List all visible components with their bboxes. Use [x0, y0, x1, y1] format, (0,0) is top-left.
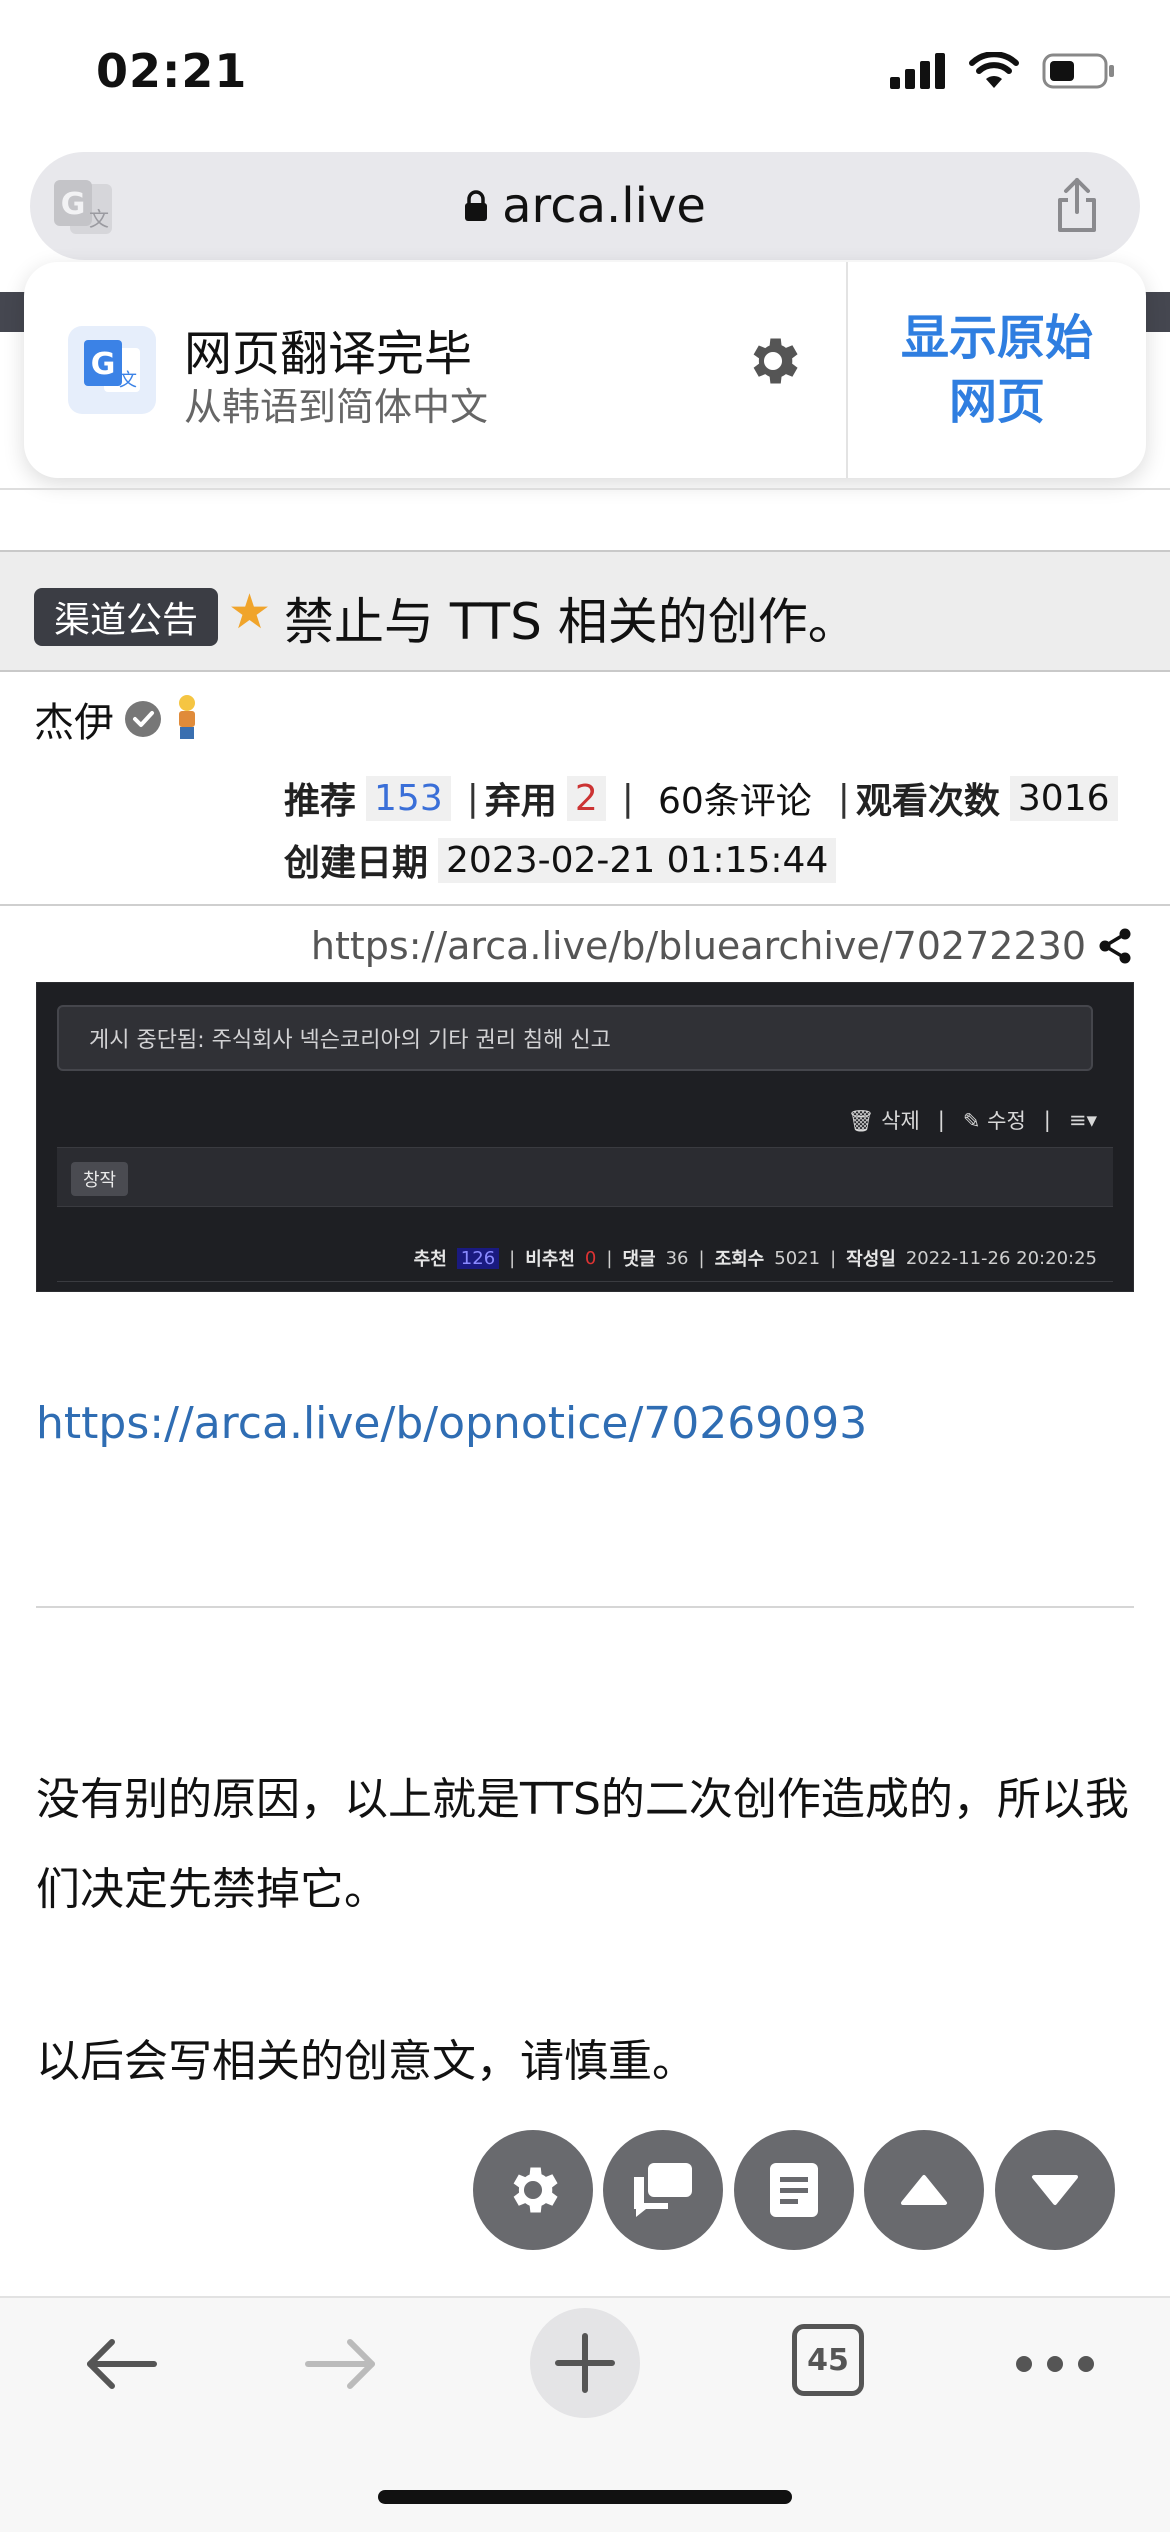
more-menu-button[interactable] [1000, 2298, 1110, 2430]
post-author[interactable]: 杰伊 [34, 690, 202, 748]
header-divider [0, 488, 1170, 490]
content-paragraph: 没有别的原因，以上就是TTS的二次创作造成的，所以我们决定先禁掉它。 [36, 1774, 1129, 1915]
wifi-icon [969, 52, 1019, 88]
triangle-up-icon [901, 2175, 947, 2205]
svg-text:G: G [91, 347, 116, 382]
embedded-banner: 게시 중단됨: 주식회사 넥슨코리아의 기타 권리 침해 신고 [57, 1005, 1093, 1071]
home-indicator [378, 2490, 792, 2504]
status-icons [890, 52, 1116, 90]
back-button[interactable] [50, 2298, 190, 2430]
embedded-category-bar: 창작 [57, 1147, 1113, 1207]
status-time: 02:21 [96, 44, 248, 98]
url-display[interactable]: arca.live [30, 152, 1140, 260]
document-icon [770, 2163, 818, 2217]
chat-bubbles-icon [634, 2163, 692, 2217]
svg-text:文: 文 [119, 370, 137, 391]
post-stats: 推荐 153 | 弃用 2 | 60条评论 | 观看次数 3016 [284, 772, 1128, 824]
content-divider [36, 1606, 1134, 1608]
gear-icon[interactable] [742, 330, 804, 396]
embedded-delete: 🗑 삭제 [847, 1109, 920, 1133]
downvote-label: 弃用 [484, 781, 557, 822]
battery-icon [1042, 53, 1114, 89]
new-tab-button[interactable] [530, 2308, 640, 2418]
share-node-icon[interactable] [1098, 928, 1132, 964]
lock-icon [465, 190, 488, 221]
permalink-text[interactable]: https://arca.live/b/bluearchive/70272230 [311, 924, 1086, 968]
post-permalink[interactable]: https://arca.live/b/bluearchive/70272230 [311, 924, 1132, 968]
recommend-count: 153 [366, 775, 451, 821]
embedded-edit: ✎ 수정 [962, 1109, 1026, 1133]
embedded-actions: 🗑 삭제 | ✎ 수정 | ≡▾ [848, 1105, 1097, 1135]
embedded-screenshot: 게시 중단됨: 주식회사 넥슨코리아의 기타 권리 침해 신고 🗑 삭제 | ✎… [36, 982, 1134, 1292]
embedded-meta: 추천 126 | 비추천 0 | 댓글 36 | 조회수 5021 | 작성일 2022-11-2… [413, 1247, 1097, 1270]
author-name[interactable]: 杰伊 [34, 690, 114, 748]
post-date-row: 创建日期 2023-02-21 01:15:44 [284, 834, 846, 886]
translate-subtitle: 从韩语到简体中文 [184, 385, 489, 429]
user-emoji-icon [179, 695, 195, 739]
content-paragraph: 以后会写相关的创意文，请慎重。 [36, 2036, 696, 2087]
share-icon[interactable] [1054, 176, 1100, 238]
views-label: 观看次数 [855, 781, 1000, 822]
downvote-count: 2 [566, 775, 606, 821]
settings-button[interactable] [473, 2130, 593, 2250]
forward-button[interactable] [272, 2298, 412, 2430]
created-value: 2023-02-21 01:15:44 [438, 837, 837, 883]
notice-bar: 渠道公告 ★ 禁止与 TTS 相关的创作。 [0, 550, 1170, 672]
address-bar[interactable]: G 文 arca.live [30, 152, 1140, 260]
scroll-top-button[interactable] [864, 2130, 984, 2250]
tab-count-button[interactable]: 45 [792, 2324, 864, 2396]
list-button[interactable] [734, 2130, 854, 2250]
embedded-divider [57, 1281, 1113, 1282]
translate-popup: G 文 网页翻译完毕 从韩语到简体中文 显示原始 网页 [24, 262, 1146, 478]
star-icon: ★ [228, 584, 272, 640]
embedded-menu-icon: ≡▾ [1068, 1108, 1097, 1132]
arrow-left-icon [87, 2339, 157, 2389]
translate-title: 网页翻译完毕 [184, 326, 473, 382]
content-link[interactable]: https://arca.live/b/opnotice/70269093 [36, 1398, 867, 1449]
scroll-bottom-button[interactable] [995, 2130, 1115, 2250]
channel-notice-badge[interactable]: 渠道公告 [34, 588, 219, 646]
views-count: 3016 [1009, 775, 1118, 821]
embedded-category: 창작 [71, 1162, 129, 1196]
verified-icon [125, 701, 161, 737]
triangle-down-icon [1032, 2175, 1078, 2205]
arrow-right-icon [305, 2339, 375, 2389]
google-translate-icon: G 文 [68, 326, 156, 414]
recommend-label: 推荐 [284, 781, 357, 822]
created-label: 创建日期 [284, 843, 429, 884]
more-dots-icon [1016, 2356, 1094, 2372]
url-domain: arca.live [502, 178, 706, 234]
cellular-signal-icon [890, 53, 945, 89]
comment-count[interactable]: 60条评论 [658, 772, 812, 824]
comments-button[interactable] [603, 2130, 723, 2250]
gear-icon [513, 2167, 558, 2213]
meta-divider [0, 904, 1170, 906]
notice-title: 禁止与 TTS 相关的创作。 [284, 593, 858, 651]
show-original-button[interactable]: 显示原始 网页 [848, 262, 1146, 478]
plus-icon [555, 2333, 615, 2393]
